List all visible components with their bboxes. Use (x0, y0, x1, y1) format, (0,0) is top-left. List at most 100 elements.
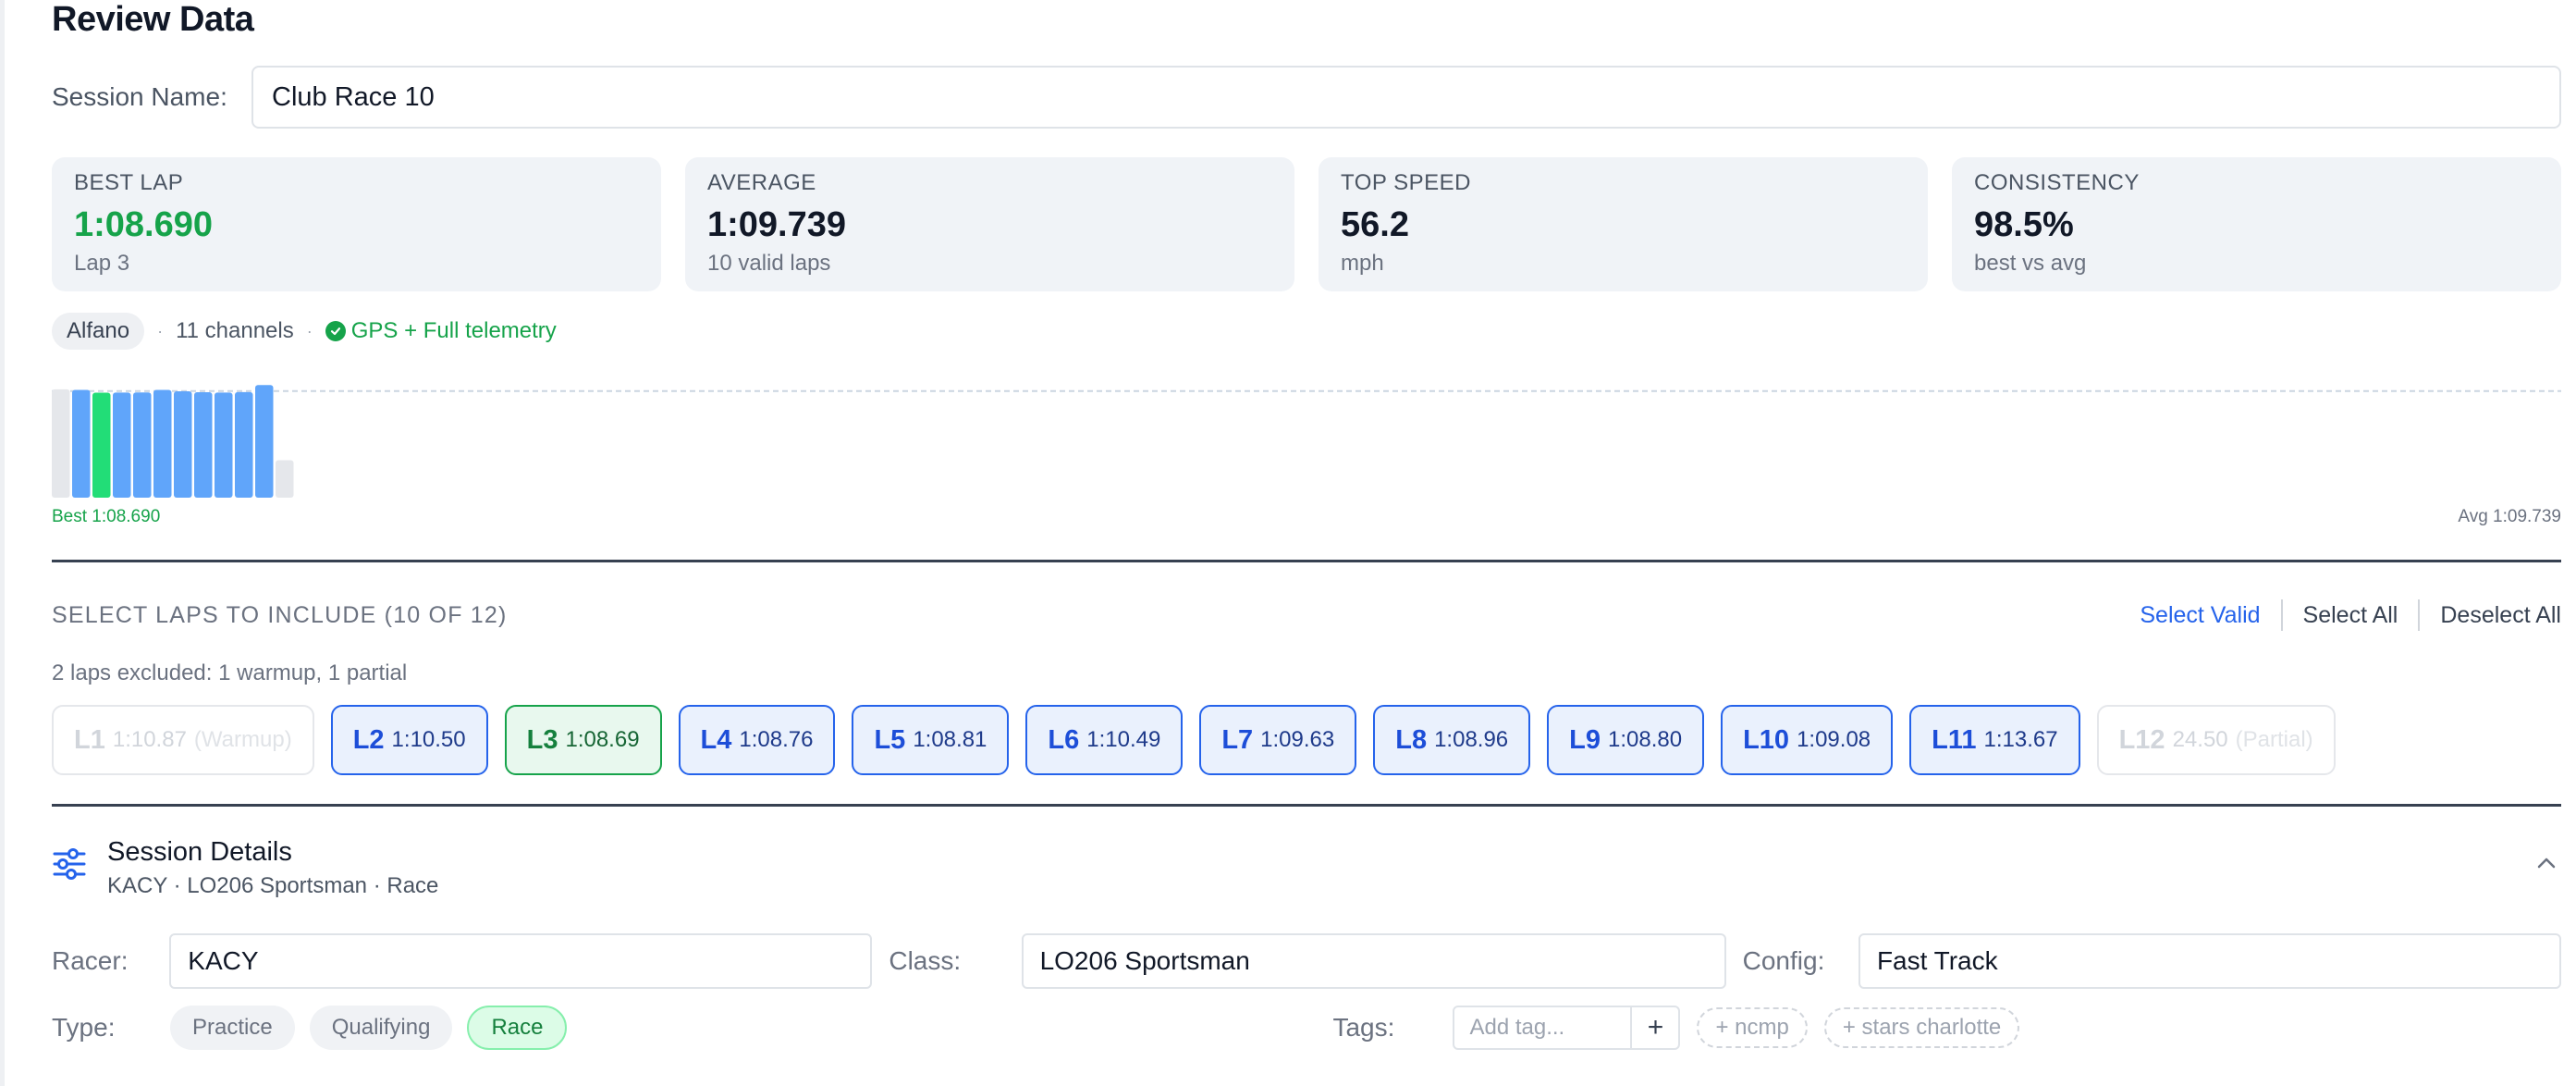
divider (52, 804, 2561, 807)
type-option-race[interactable]: Race (467, 1006, 568, 1050)
session-details-title: Session Details (107, 837, 292, 867)
stat-value: 98.5% (1974, 205, 2074, 244)
tag-input-group: Add tag... + (1453, 1006, 1681, 1050)
stat-card-consistency: CONSISTENCY 98.5% best vs avg (1952, 157, 2561, 291)
racer-label: Racer: (52, 946, 129, 975)
lap-chip-time: 1:10.87 (112, 727, 187, 752)
config-label: Config: (1742, 946, 1825, 975)
add-tag-button[interactable]: + (1630, 1007, 1678, 1048)
chart-bar-l7 (174, 390, 192, 498)
separator-dot: · (157, 321, 164, 340)
type-option-qualifying[interactable]: Qualifying (309, 1006, 453, 1050)
lap-chip-id: L9 (1569, 724, 1601, 755)
excluded-laps-note: 2 laps excluded: 1 warmup, 1 partial (52, 660, 408, 685)
stat-label: CONSISTENCY (1974, 170, 2140, 195)
chart-bar-l9 (215, 392, 233, 498)
stat-sub: Lap 3 (74, 251, 130, 276)
lap-chip-id: L6 (1048, 724, 1080, 755)
type-option-practice[interactable]: Practice (170, 1006, 295, 1050)
lap-chip-l8[interactable]: L8 1:08.96 (1373, 705, 1531, 775)
lap-chip-l9[interactable]: L9 1:08.80 (1547, 705, 1705, 775)
stat-sub: mph (1341, 251, 1384, 276)
lap-chip-time: 1:13.67 (1983, 727, 2058, 752)
chart-bar-l2 (72, 389, 91, 498)
stats-cards: BEST LAP 1:08.690 Lap 3 AVERAGE 1:09.739… (52, 157, 2561, 291)
tag-input[interactable]: Add tag... (1454, 1007, 1630, 1048)
type-label: Type: (52, 1013, 116, 1042)
lap-chip-id: L2 (352, 724, 385, 755)
chart-best-label: Best 1:08.690 (52, 507, 161, 526)
session-name-row: Session Name: Club Race 10 (52, 65, 2561, 130)
select-valid-button[interactable]: Select Valid (2119, 602, 2280, 629)
lap-chip-id: L8 (1395, 724, 1428, 755)
session-details-subtitle: KACY · LO206 Sportsman · Race (107, 873, 439, 898)
tags-label: Tags: (1332, 1013, 1395, 1042)
sliders-icon (53, 848, 86, 880)
laps-section-title: SELECT LAPS TO INCLUDE (10 OF 12) (52, 601, 508, 628)
lap-chip-l12[interactable]: L12 24.50 (Partial) (2096, 705, 2336, 775)
gps-status: GPS + Full telemetry (325, 318, 557, 344)
tag-suggestion[interactable]: + stars charlotte (1823, 1007, 2020, 1048)
chart-avg-label: Avg 1:09.739 (2458, 507, 2561, 526)
session-details-text: Session Details KACY · LO206 Sportsman ·… (107, 837, 438, 899)
laps-header: SELECT LAPS TO INCLUDE (10 OF 12) Select… (52, 599, 2561, 631)
class-label: Class: (889, 946, 962, 975)
left-rule (0, 0, 5, 1086)
chevron-up-icon[interactable] (2533, 850, 2559, 876)
lap-chip-time: 1:08.80 (1608, 727, 1683, 752)
lap-chip-l4[interactable]: L4 1:08.76 (678, 705, 836, 775)
details-field-row: Racer: KACY Class: LO206 Sportsman Confi… (52, 932, 2561, 990)
lap-chip-l1[interactable]: L1 1:10.87 (Warmup) (52, 705, 314, 775)
select-all-button[interactable]: Select All (2283, 602, 2419, 629)
chart-bar-l6 (153, 389, 172, 498)
lap-chip-id: L7 (1221, 724, 1254, 755)
lap-chip-l7[interactable]: L7 1:09.63 (1199, 705, 1357, 775)
stat-label: BEST LAP (74, 170, 184, 195)
lap-chip-id: L11 (1932, 724, 1977, 755)
page-title: Review Data (52, 0, 254, 39)
lap-chip-time: 1:10.50 (391, 727, 466, 752)
lap-chip-l3[interactable]: L3 1:08.69 (504, 705, 662, 775)
lap-chip-id: L4 (700, 724, 732, 755)
deselect-all-button[interactable]: Deselect All (2420, 602, 2561, 629)
lap-chip-id: L12 (2118, 724, 2165, 755)
stat-value: 1:08.690 (74, 205, 214, 244)
check-circle-icon (325, 321, 346, 341)
chart-bar-l8 (194, 392, 213, 498)
stat-sub: 10 valid laps (707, 251, 831, 276)
divider (52, 560, 2561, 562)
chart-bar-l5 (133, 392, 152, 498)
class-input[interactable]: LO206 Sportsman (1021, 933, 1726, 989)
lap-chip-l11[interactable]: L11 1:13.67 (1909, 705, 2080, 775)
lap-chip-time: 1:09.63 (1260, 727, 1335, 752)
lap-chip-list: L1 1:10.87 (Warmup) L2 1:10.50 L3 1:08.69 L4 1:0… (52, 705, 2336, 775)
details-type-row: Type: Practice Qualifying Race Tags: Add… (52, 1005, 2561, 1051)
racer-input[interactable]: KACY (169, 933, 873, 989)
laps-actions: Select Valid Select All Deselect All (2119, 599, 2561, 631)
gps-status-label: GPS + Full telemetry (350, 318, 557, 343)
stat-sub: best vs avg (1974, 251, 2087, 276)
lap-chip-note: (Partial) (2235, 727, 2313, 752)
lap-chip-id: L5 (874, 724, 906, 755)
lap-chip-id: L1 (74, 724, 105, 755)
separator-dot: · (306, 321, 313, 340)
stat-label: TOP SPEED (1341, 170, 1471, 195)
chart-bar-l3 (92, 392, 111, 498)
lap-chip-l6[interactable]: L6 1:10.49 (1025, 705, 1184, 775)
chart-bar-l1 (52, 389, 70, 498)
session-details-header[interactable]: Session Details KACY · LO206 Sportsman ·… (52, 837, 2561, 902)
tag-suggestion[interactable]: + ncmp (1697, 1007, 1808, 1048)
lap-chip-l5[interactable]: L5 1:08.81 (852, 705, 1010, 775)
lap-chip-note: (Warmup) (193, 727, 292, 752)
config-input[interactable]: Fast Track (1858, 933, 2561, 989)
lap-chip-l10[interactable]: L10 1:09.08 (1721, 705, 1894, 775)
stat-card-top-speed: TOP SPEED 56.2 mph (1319, 157, 1928, 291)
stat-value: 56.2 (1341, 205, 1409, 244)
channel-count: 11 channels (176, 318, 294, 343)
session-name-input[interactable]: Club Race 10 (251, 66, 2561, 129)
stat-value: 1:09.739 (707, 205, 847, 244)
lap-chip-l2[interactable]: L2 1:10.50 (330, 705, 488, 775)
chart-bar-l4 (113, 392, 131, 498)
stat-card-average: AVERAGE 1:09.739 10 valid laps (685, 157, 1294, 291)
lap-chip-time: 1:08.81 (913, 727, 987, 752)
